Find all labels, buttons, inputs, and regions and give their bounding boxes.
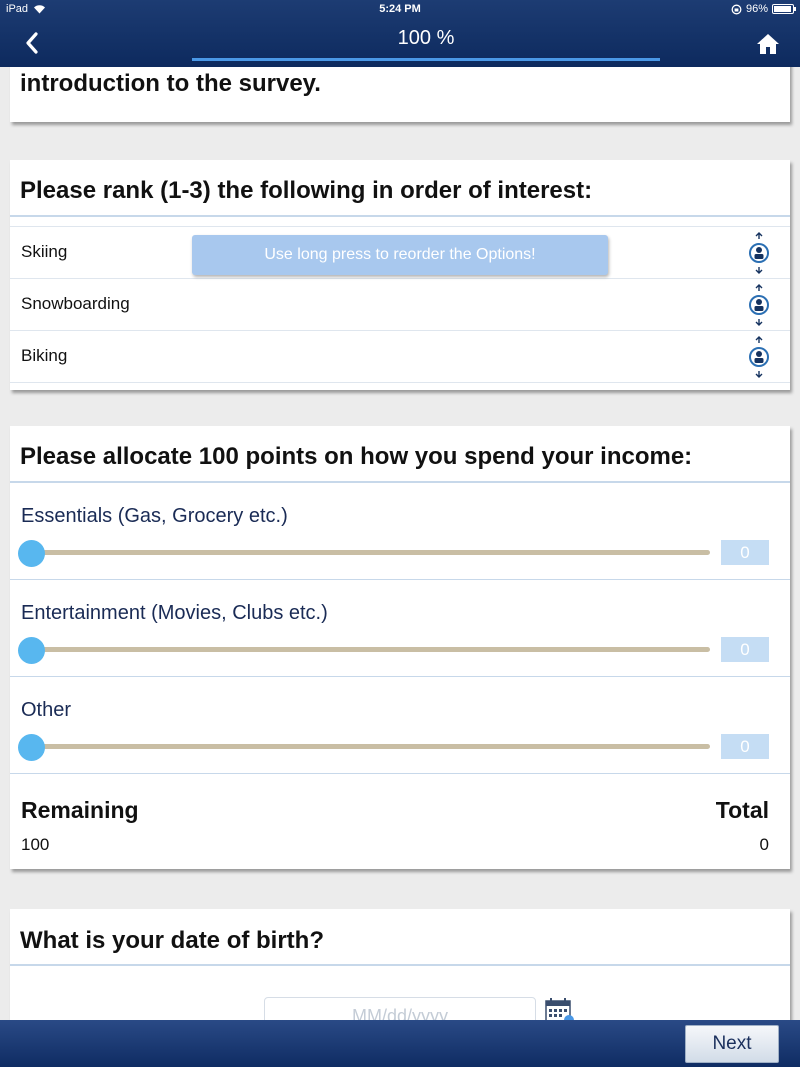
home-icon — [757, 34, 779, 54]
rank-question-title: Please rank (1-3) the following in order… — [20, 177, 593, 204]
reorder-hint-tooltip: Use long press to reorder the Options! — [192, 235, 608, 275]
allocation-slider-track[interactable] — [32, 647, 710, 652]
rank-option-label: Snowboarding — [21, 294, 130, 313]
reorder-icon[interactable] — [748, 283, 770, 327]
rank-option[interactable]: Snowboarding — [10, 279, 790, 331]
allocation-item: Other 0 — [10, 677, 790, 774]
home-button[interactable] — [754, 30, 782, 58]
total-value: 0 — [759, 835, 769, 854]
remaining-value: 100 — [21, 835, 50, 854]
progress-fill — [192, 58, 660, 61]
progress-bar — [192, 58, 660, 61]
reorder-icon[interactable] — [748, 231, 770, 275]
dob-question-title: What is your date of birth? — [20, 927, 324, 954]
rank-option-label: Biking — [21, 346, 68, 365]
rank-list-spacer — [10, 217, 790, 227]
allocation-slider-thumb[interactable] — [18, 540, 45, 567]
total-label: Total — [715, 797, 769, 823]
allocation-slider-thumb[interactable] — [18, 734, 45, 761]
allocation-item: Essentials (Gas, Grocery etc.) 0 — [10, 483, 790, 580]
progress-label: 100 % — [397, 27, 455, 49]
allocate-question-card: Please allocate 100 points on how you sp… — [10, 426, 790, 869]
bottom-nav-bar: Next — [0, 1020, 800, 1067]
reorder-icon[interactable] — [748, 335, 770, 379]
chevron-left-icon — [26, 32, 38, 54]
rank-option[interactable]: Biking — [10, 331, 790, 383]
intro-text: introduction to the survey. — [20, 70, 321, 97]
allocation-value-field[interactable]: 0 — [721, 540, 769, 565]
allocation-label: Other — [21, 699, 72, 721]
allocate-question-title: Please allocate 100 points on how you sp… — [20, 443, 693, 470]
allocation-value-field[interactable]: 0 — [721, 637, 769, 662]
allocation-label: Entertainment (Movies, Clubs etc.) — [21, 602, 328, 624]
status-bar: iPad 5:24 PM 96% — [0, 3, 800, 19]
status-time: 5:24 PM — [379, 3, 421, 15]
allocation-slider-track[interactable] — [32, 550, 710, 555]
allocation-value-field[interactable]: 0 — [721, 734, 769, 759]
rank-option-label: Skiing — [21, 242, 68, 261]
allocation-item: Entertainment (Movies, Clubs etc.) 0 — [10, 580, 790, 677]
intro-card: introduction to the survey. — [10, 60, 790, 122]
totals-row: Remaining 100 Total 0 — [10, 774, 790, 864]
allocation-label: Essentials (Gas, Grocery etc.) — [21, 505, 288, 527]
back-button[interactable] — [18, 28, 46, 58]
status-right: 96% — [731, 3, 796, 15]
title-divider — [10, 964, 790, 966]
top-nav-bar: iPad 5:24 PM 96% 100 % — [0, 0, 800, 67]
battery-percent: 96% — [745, 3, 768, 15]
rotation-lock-icon — [731, 4, 742, 14]
rank-question-card: Please rank (1-3) the following in order… — [10, 160, 790, 390]
battery-icon — [772, 4, 796, 14]
allocation-slider-thumb[interactable] — [18, 637, 45, 664]
remaining-label: Remaining — [21, 797, 139, 823]
next-button[interactable]: Next — [685, 1025, 779, 1063]
allocation-slider-track[interactable] — [32, 744, 710, 749]
